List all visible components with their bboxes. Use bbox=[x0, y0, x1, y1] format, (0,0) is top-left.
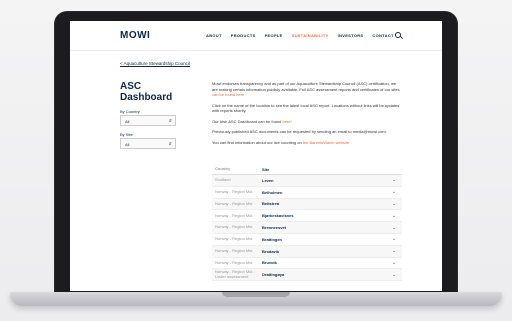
table-row[interactable]: Scotland Leven ⌄ bbox=[212, 175, 402, 187]
browser-screen: MOWI ABOUT PRODUCTS PEOPLE SUSTAINABILIT… bbox=[70, 21, 442, 291]
row-country: Norway - Region Mid bbox=[215, 247, 253, 253]
main-menu: ABOUT PRODUCTS PEOPLE SUSTAINABILITY INV… bbox=[206, 33, 394, 38]
row-country: Norway - Region Mid - Under assessment bbox=[215, 269, 255, 279]
menu-products[interactable]: PRODUCTS bbox=[231, 33, 256, 38]
table-row[interactable]: Norway - Region Mid Brenneesvet ⌄ bbox=[212, 222, 402, 234]
row-country: Norway - Region Mid bbox=[215, 212, 253, 218]
site-filter-select[interactable]: All ⇵ bbox=[120, 138, 176, 149]
menu-about[interactable]: ABOUT bbox=[206, 33, 222, 38]
menu-sustainability[interactable]: SUSTAINABILITY bbox=[292, 33, 329, 38]
paragraph-lice: You can find information about our lice … bbox=[212, 139, 351, 145]
menu-contact[interactable]: CONTACT bbox=[372, 33, 393, 38]
country-filter-label: By Country bbox=[120, 109, 140, 114]
site-header: MOWI ABOUT PRODUCTS PEOPLE SUSTAINABILIT… bbox=[70, 21, 442, 51]
menu-investors[interactable]: INVESTORS bbox=[338, 33, 364, 38]
header-site: Site bbox=[262, 167, 270, 172]
breadcrumb-link[interactable]: < Aquaculture Stewardship Council bbox=[120, 61, 190, 66]
row-site-link[interactable]: Belholmen bbox=[262, 190, 392, 195]
paragraph-documents: Previously published ASC documents can b… bbox=[212, 129, 387, 134]
row-country: Norway - Region Mid bbox=[215, 224, 253, 230]
page-title-line1: ASC bbox=[120, 81, 142, 92]
paragraph-locations: Click on the name of the location to see… bbox=[212, 102, 400, 114]
search-icon[interactable] bbox=[395, 32, 401, 38]
menu-people[interactable]: PEOPLE bbox=[265, 33, 283, 38]
country-filter-value: All bbox=[125, 119, 130, 124]
site-filter-label: By Site bbox=[120, 132, 133, 137]
row-country: Norway - Region Mid bbox=[215, 188, 253, 194]
table-row[interactable]: Norway - Region Mid Brattingen ⌄ bbox=[212, 234, 402, 246]
barentswatch-link[interactable]: the BarentsWatch website. bbox=[303, 140, 350, 145]
row-site-link[interactable]: Bjørkeskavlsnes bbox=[262, 213, 392, 218]
table-row[interactable]: Norway - Region Mid Bjørkeskavlsnes ⌄ bbox=[212, 210, 402, 223]
chevron-down-icon[interactable]: ⌄ bbox=[392, 213, 402, 219]
page-title: ASC Dashboard bbox=[120, 81, 190, 103]
chevron-down-icon[interactable]: ⌄ bbox=[392, 248, 402, 254]
header-country: Country bbox=[215, 166, 231, 171]
row-site-link[interactable]: Brattingen bbox=[262, 237, 392, 242]
table-row[interactable]: Norway - Region Mid - Under assessment Dr… bbox=[212, 269, 402, 282]
paragraph-irish: Our Irish ASC Dashboard can be found her… bbox=[212, 118, 292, 124]
row-country: Norway - Region Mid bbox=[215, 200, 253, 206]
chevron-updown-icon: ⇵ bbox=[168, 141, 172, 146]
table-row[interactable]: Norway - Region Mid Belholmen ⌄ bbox=[212, 187, 402, 199]
row-site-link[interactable]: Brodavik bbox=[262, 249, 392, 254]
row-site-link[interactable]: Leven bbox=[262, 178, 392, 183]
row-country: Norway - Region Mid bbox=[215, 259, 253, 265]
row-site-link[interactable]: Bruvoik bbox=[262, 260, 392, 265]
row-country: Scotland bbox=[215, 177, 231, 183]
chevron-down-icon[interactable]: ⌄ bbox=[392, 201, 402, 207]
row-site-link[interactable]: Beitstrea bbox=[262, 201, 392, 206]
chevron-down-icon[interactable]: ⌄ bbox=[392, 189, 402, 195]
chevron-down-icon[interactable]: ⌄ bbox=[392, 236, 402, 242]
table-header: Country Site bbox=[212, 166, 402, 175]
reports-link[interactable]: can be found here bbox=[212, 92, 244, 97]
row-country: Norway - Region Mid bbox=[215, 236, 253, 242]
chevron-down-icon[interactable]: ⌄ bbox=[392, 272, 402, 278]
chevron-down-icon[interactable]: ⌄ bbox=[392, 225, 402, 231]
site-filter-value: All bbox=[125, 142, 130, 147]
table-row[interactable]: Norway - Region Mid Bruvoik ⌄ bbox=[212, 258, 402, 270]
mowi-logo[interactable]: MOWI bbox=[120, 30, 150, 41]
laptop-notch bbox=[222, 292, 290, 297]
paragraph-intro: Mowi endorses transparency and as part o… bbox=[212, 81, 400, 97]
chevron-down-icon[interactable]: ⌄ bbox=[392, 177, 402, 183]
chevron-down-icon[interactable]: ⌄ bbox=[392, 260, 402, 266]
row-site-link[interactable]: Brenneesvet bbox=[262, 225, 392, 230]
page-title-line2: Dashboard bbox=[120, 92, 173, 103]
chevron-updown-icon: ⇵ bbox=[168, 118, 172, 123]
intro-text: Mowi endorses transparency and as part o… bbox=[212, 81, 402, 150]
country-filter-select[interactable]: All ⇵ bbox=[120, 115, 176, 126]
table-row[interactable]: Norway - Region Mid Brodavik ⌄ bbox=[212, 245, 402, 258]
irish-dashboard-link[interactable]: here! bbox=[282, 119, 291, 124]
sites-table: Country Site Scotland Leven ⌄ Norway - Regi… bbox=[212, 166, 402, 282]
table-row[interactable]: Norway - Region Mid Beitstrea ⌄ bbox=[212, 198, 402, 211]
row-site-link[interactable]: Drattingøya bbox=[262, 272, 392, 277]
